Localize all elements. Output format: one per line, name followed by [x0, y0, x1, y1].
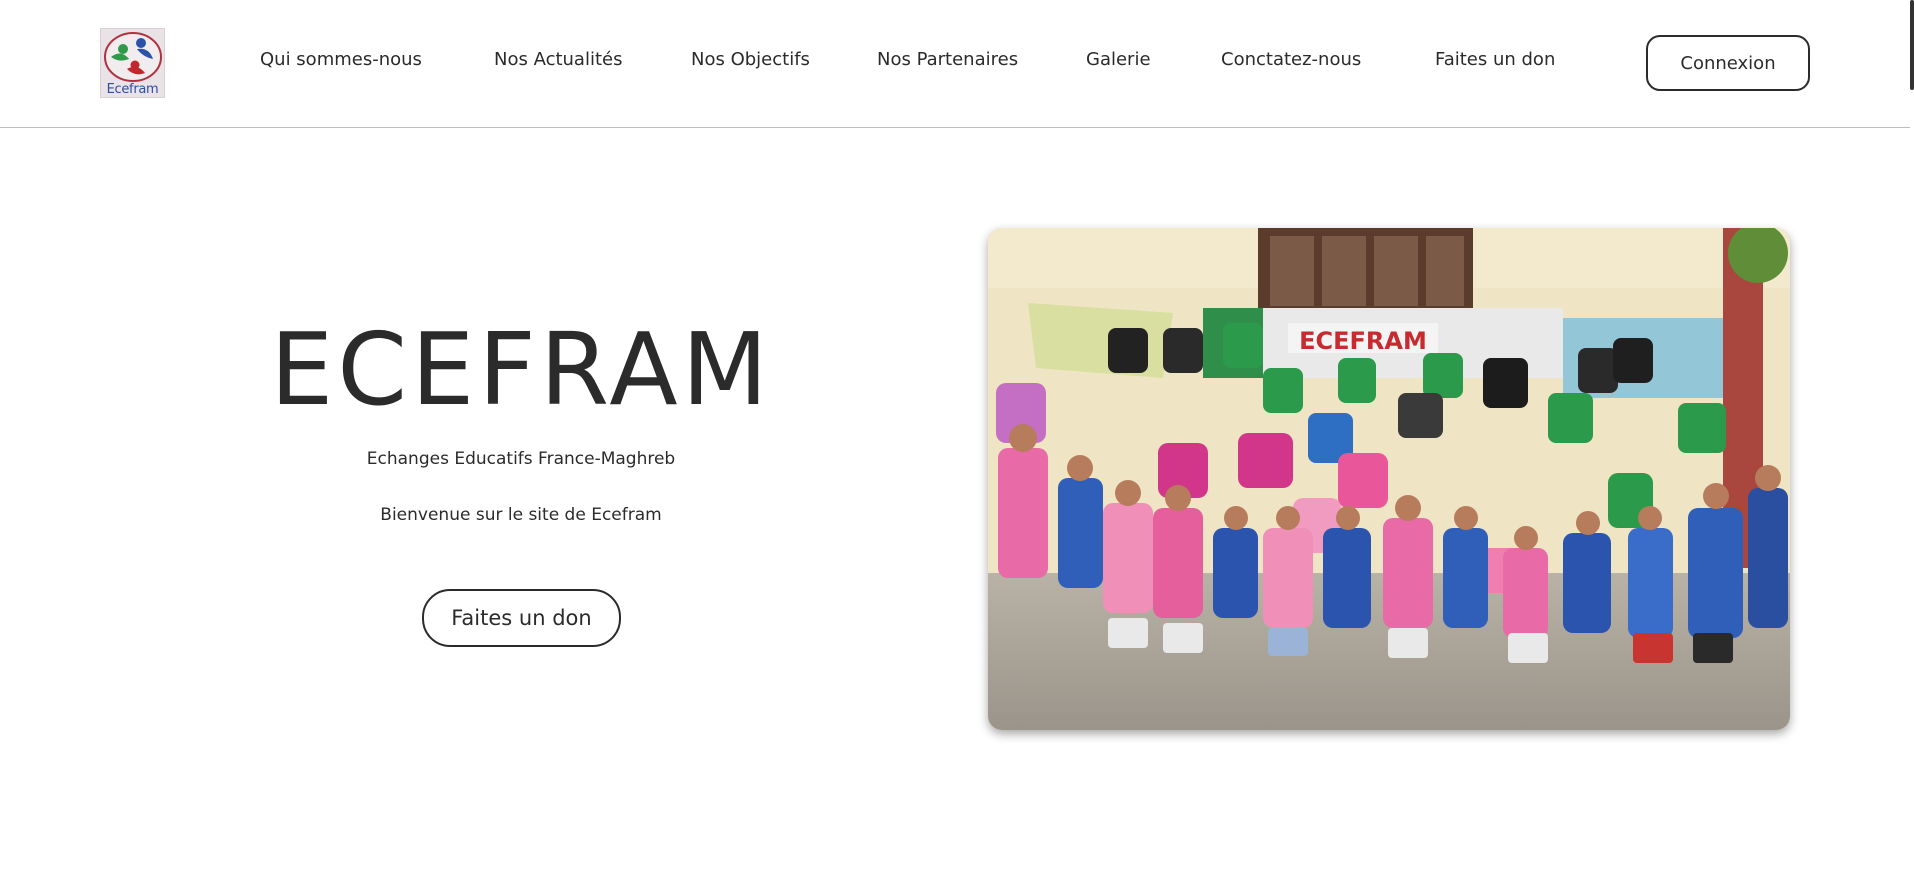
- nav-link-galerie[interactable]: Galerie: [1086, 49, 1151, 77]
- nav-link-objectifs[interactable]: Nos Objectifs: [691, 49, 810, 77]
- hero-title: ECEFRAM: [270, 311, 772, 428]
- logo-emblem-icon: [104, 32, 162, 82]
- donate-button[interactable]: Faites un don: [422, 589, 621, 647]
- hero-subtitle: Echanges Educatifs France-Maghreb: [366, 449, 676, 469]
- hero-welcome-text: Bienvenue sur le site de Ecefram: [380, 505, 662, 525]
- nav-link-contact[interactable]: Conctatez-nous: [1221, 49, 1361, 77]
- nav-link-partenaires[interactable]: Nos Partenaires: [877, 49, 1018, 77]
- site-logo[interactable]: Ecefram: [100, 28, 165, 98]
- logo-text: Ecefram: [106, 82, 159, 97]
- banner-ecefram-text: ECEFRAM: [1299, 327, 1427, 355]
- page-scrollbar[interactable]: [1910, 0, 1914, 90]
- site-header: Ecefram Qui sommes-nous Nos Actualités N…: [0, 0, 1910, 128]
- nav-link-actualites[interactable]: Nos Actualités: [494, 49, 622, 77]
- nav-link-qui-sommes-nous[interactable]: Qui sommes-nous: [260, 49, 422, 77]
- children-group-photo-image: ECEFRAM: [988, 228, 1790, 730]
- login-button[interactable]: Connexion: [1646, 35, 1810, 91]
- hero-photo: ECEFRAM: [988, 228, 1790, 730]
- nav-link-don[interactable]: Faites un don: [1435, 49, 1555, 77]
